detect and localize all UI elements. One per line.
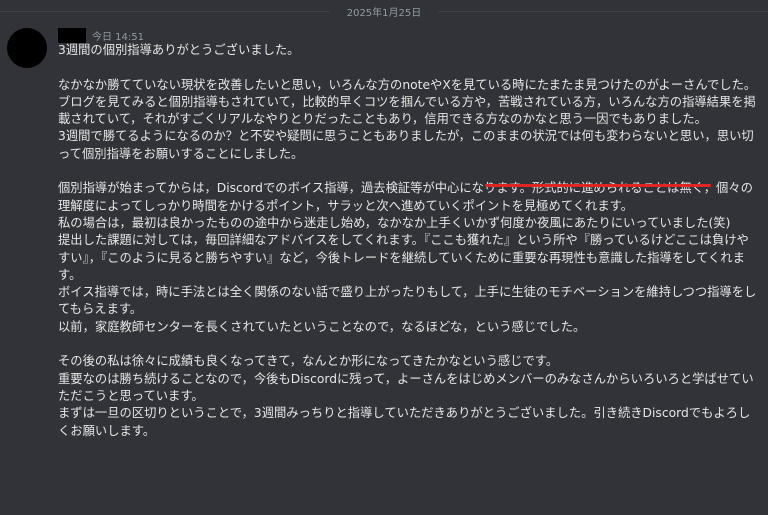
username-redacted[interactable] — [58, 27, 86, 43]
message-line: 3週間の個別指導ありがとうございました。 — [58, 43, 300, 57]
avatar[interactable] — [7, 28, 47, 68]
message-line: なかなか勝てていない現状を改善したいと思い，いろんな方のnoteやXを見ている時… — [58, 77, 757, 92]
message-timestamp: 今日 14:51 — [92, 31, 144, 43]
red-underline-annotation — [485, 184, 711, 187]
message-line: 提出した課題に対しては，毎回詳細なアドバイスをしてくれます。『ここも獲れた』とい… — [58, 233, 749, 282]
divider-date: 2025年1月25日 — [346, 8, 422, 19]
message-header: 今日 14:51 — [58, 27, 144, 43]
message-line: ブログを見てみると個別指導もされていて，比較的早くコツを掴んでいる方や，苦戦され… — [58, 94, 756, 127]
message-line: 3週間で勝てるようになるのか？と不安や疑問に思うこともありましたが，このままの状… — [58, 129, 754, 161]
message-line: まずは一旦の区切りということで，3週間みっちりと指導していただきありがとうござい… — [58, 406, 751, 438]
date-divider: 2025年1月25日 — [0, 0, 768, 22]
message-line: 私の場合は，最初は良かったものの途中から迷走し始め，なかなか上手くいかず何度か夜… — [58, 215, 731, 230]
message-line: その後の私は徐々に成績も良くなってきて，なんとか形になってきたかなという感じです… — [58, 354, 559, 369]
message-line: 重要なのは勝ち続けることなので，今後もDiscordに残って，よーさんをはじめメ… — [58, 371, 754, 403]
divider-line-left — [0, 11, 330, 12]
message-line: ボイス指導では，時に手法とは全く関係のない話で盛り上がったりもして，上手に生徒の… — [58, 285, 757, 317]
divider-line-right — [438, 11, 768, 12]
message-content: 3週間の個別指導ありがとうございました。 なかなか勝てていない現状を改善したいと… — [58, 42, 760, 440]
message-line: 以前，家庭教師センターを長くされていたということなので，なるほどな，という感じで… — [58, 319, 586, 334]
